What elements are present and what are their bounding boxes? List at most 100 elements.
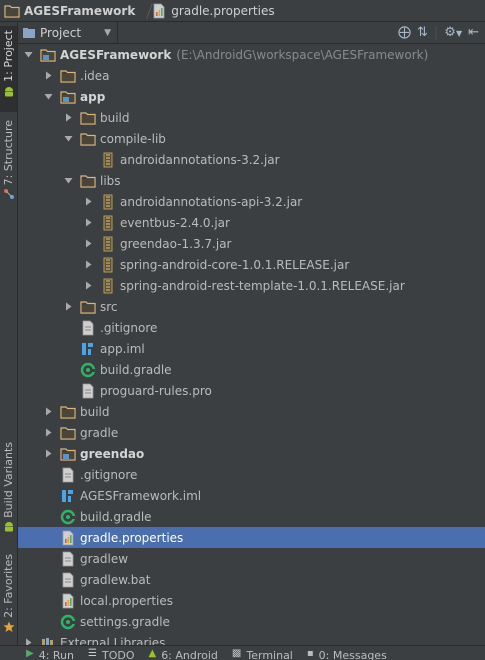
tree-row-label: greendao-1.3.7.jar (120, 237, 232, 251)
tree-row-label: AGESFramework (60, 48, 171, 62)
collapsed-arrow-icon[interactable] (22, 632, 34, 645)
tree-row-label: src (100, 300, 118, 314)
tree-row[interactable]: compile-lib (18, 128, 485, 149)
bottom-tab-6-android[interactable]: ▲6: Android (142, 646, 225, 660)
tree-row[interactable]: spring-android-core-1.0.1.RELEASE.jar (18, 254, 485, 275)
build-variants-tool-tab[interactable]: Build Variants (0, 440, 17, 538)
tree-row-label: gradlew.bat (80, 573, 150, 587)
tree-row-label: AGESFramework.iml (80, 489, 201, 503)
collapsed-arrow-icon[interactable] (42, 401, 54, 422)
project-tool-tab[interactable]: 1: Project (0, 26, 17, 112)
favorites-tool-tab[interactable]: 2: Favorites (0, 552, 17, 634)
collapsed-arrow-icon[interactable] (82, 233, 94, 254)
project-tool-tab-label: 1: Project (2, 30, 15, 82)
bottom-tab-4-run[interactable]: ▶4: Run (20, 646, 82, 660)
tree-row-label: gradle (80, 426, 118, 440)
tree-row-label: .idea (80, 69, 110, 83)
tree-row[interactable]: androidannotations-3.2.jar (18, 149, 485, 170)
arrow-spacer (62, 338, 74, 359)
tree-row[interactable]: .gitignore (18, 317, 485, 338)
tree-row-label: app.iml (100, 342, 145, 356)
bottom-tab-todo[interactable]: ☰TODO (82, 646, 142, 660)
hide-panel-icon[interactable]: ⇤ (468, 26, 479, 39)
tree-row[interactable]: libs (18, 170, 485, 191)
navigation-breadcrumb: AGESFramework gradle.properties (0, 0, 485, 22)
expanded-arrow-icon[interactable] (42, 86, 54, 107)
text-file-icon (80, 320, 96, 336)
breadcrumb-label: AGESFramework (24, 4, 135, 18)
arrow-spacer (42, 611, 54, 632)
tree-row[interactable]: eventbus-2.4.0.jar (18, 212, 485, 233)
tree-row-label: .gitignore (80, 468, 137, 482)
collapsed-arrow-icon[interactable] (42, 65, 54, 86)
collapsed-arrow-icon[interactable] (42, 422, 54, 443)
jar-file-icon (100, 194, 116, 210)
sync-icon[interactable]: ⨁ (398, 26, 411, 39)
bottom-tool-bar: ▶4: Run☰TODO▲6: Android▩Terminal ▪ 0: Mess… (0, 645, 485, 660)
tree-row[interactable]: spring-android-rest-template-1.0.1.RELEA… (18, 275, 485, 296)
collapse-all-icon[interactable]: ⇅ (417, 26, 428, 39)
tree-row[interactable]: AGESFramework.iml (18, 485, 485, 506)
tree-row[interactable]: androidannotations-api-3.2.jar (18, 191, 485, 212)
tree-row[interactable]: External Libraries (18, 632, 485, 645)
tree-row[interactable]: build.gradle (18, 359, 485, 380)
expanded-arrow-icon[interactable] (62, 170, 74, 191)
collapsed-arrow-icon[interactable] (82, 212, 94, 233)
breadcrumb-label: gradle.properties (171, 4, 274, 18)
module-folder-icon (60, 89, 76, 105)
jar-file-icon (100, 152, 116, 168)
tree-row[interactable]: .idea (18, 65, 485, 86)
tree-row-label: androidannotations-3.2.jar (120, 153, 280, 167)
arrow-spacer (62, 380, 74, 401)
collapsed-arrow-icon[interactable] (62, 107, 74, 128)
expanded-arrow-icon[interactable] (22, 44, 34, 65)
bottom-tab-terminal[interactable]: ▩Terminal (226, 646, 301, 660)
arrow-spacer (62, 359, 74, 380)
bottom-tab-0-messages[interactable]: ▪ 0: Messages (301, 646, 395, 660)
collapsed-arrow-icon[interactable] (82, 275, 94, 296)
tree-row[interactable]: greendao (18, 443, 485, 464)
project-view-selector[interactable]: Project ▼ (18, 22, 118, 44)
tree-row-label: androidannotations-api-3.2.jar (120, 195, 302, 209)
expanded-arrow-icon[interactable] (62, 128, 74, 149)
tree-row-label: proguard-rules.pro (100, 384, 212, 398)
collapsed-arrow-icon[interactable] (42, 443, 54, 464)
gradle-icon (60, 614, 76, 630)
tree-row-label: build.gradle (100, 363, 172, 377)
tree-row[interactable]: .gitignore (18, 464, 485, 485)
tree-row[interactable]: settings.gradle (18, 611, 485, 632)
tree-row-label: build (80, 405, 110, 419)
folder-icon (80, 110, 96, 126)
tree-row[interactable]: local.properties (18, 590, 485, 611)
collapsed-arrow-icon[interactable] (82, 254, 94, 275)
tree-row[interactable]: gradlew (18, 548, 485, 569)
tree-row[interactable]: build (18, 401, 485, 422)
text-file-icon (80, 383, 96, 399)
tree-row[interactable]: app.iml (18, 338, 485, 359)
tree-row[interactable]: proguard-rules.pro (18, 380, 485, 401)
bottom-tab-label: Terminal (246, 649, 293, 660)
messages-icon: ▪ (307, 648, 314, 659)
tree-row[interactable]: app (18, 86, 485, 107)
folder-icon (60, 404, 76, 420)
tree-row[interactable]: build (18, 107, 485, 128)
tree-row[interactable]: greendao-1.3.7.jar (18, 233, 485, 254)
collapsed-arrow-icon[interactable] (82, 191, 94, 212)
tree-row[interactable]: gradle (18, 422, 485, 443)
tree-row[interactable]: build.gradle (18, 506, 485, 527)
collapsed-arrow-icon[interactable] (62, 296, 74, 317)
tree-row-label: .gitignore (100, 321, 157, 335)
tree-row-label: app (80, 90, 105, 104)
tree-row[interactable]: AGESFramework(E:\AndroidG\workspace\AGES… (18, 44, 485, 65)
settings-gear-icon[interactable]: ⚙▼ (444, 26, 462, 40)
structure-tool-tab[interactable]: 7: Structure (0, 118, 17, 202)
bottom-tab-label: 0: Messages (319, 649, 387, 660)
breadcrumb-item-1[interactable]: gradle.properties (147, 0, 278, 22)
iml-file-icon (60, 488, 76, 504)
tree-row[interactable]: gradlew.bat (18, 569, 485, 590)
tree-row[interactable]: src (18, 296, 485, 317)
tree-row[interactable]: gradle.properties (18, 527, 485, 548)
iml-file-icon (80, 341, 96, 357)
breadcrumb-item-0[interactable]: AGESFramework (0, 0, 139, 22)
tree-row-label: build.gradle (80, 510, 152, 524)
